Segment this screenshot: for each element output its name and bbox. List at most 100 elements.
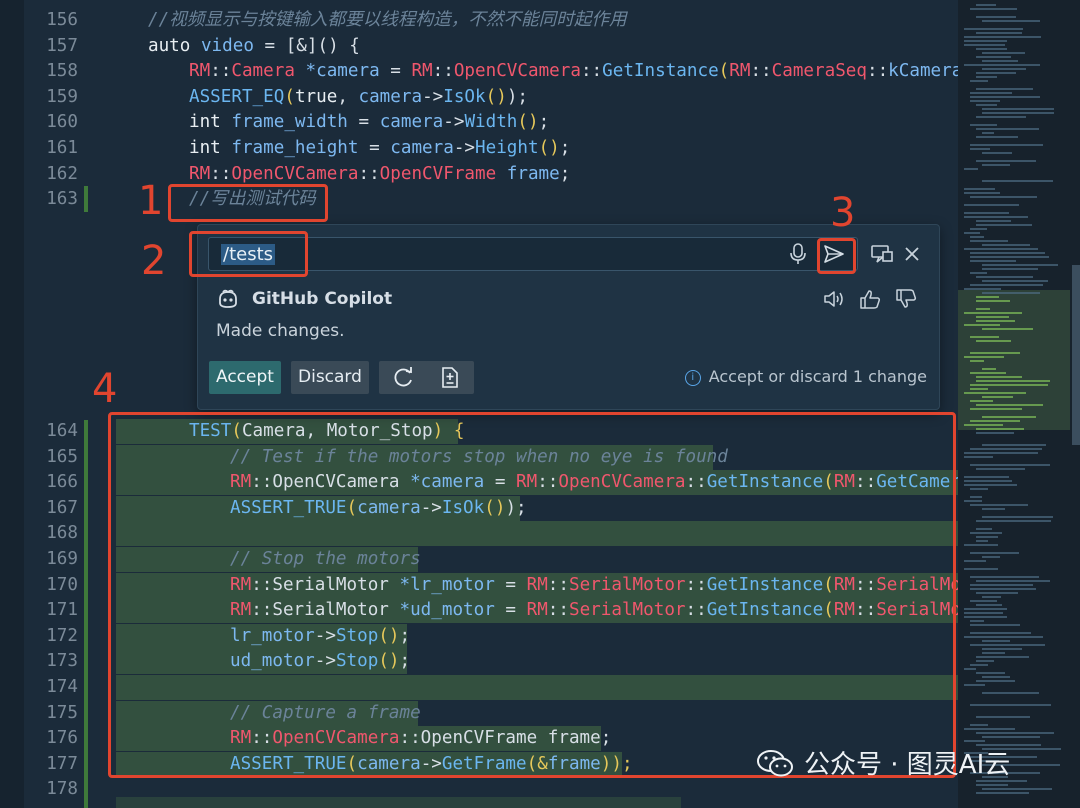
thumbs-down-icon[interactable] (892, 285, 920, 313)
minimap-line (982, 328, 1033, 330)
minimap-line (970, 92, 1012, 94)
annotation-label-3: 3 (830, 190, 856, 236)
minimap-line (982, 416, 1036, 418)
minimap-line (964, 568, 998, 570)
discard-button[interactable]: Discard (291, 361, 369, 394)
minimap-line (970, 400, 993, 402)
minimap-line (976, 604, 1002, 606)
line-number: 177 (46, 753, 78, 774)
minimap-line (964, 28, 1023, 30)
minimap-line (964, 392, 1026, 394)
minimap-line (970, 496, 982, 498)
minimap-line (976, 300, 1010, 302)
code-line[interactable]: 160 int frame_width = camera->Width(); (0, 110, 958, 135)
watermark: 公众号 · 图灵AI云 (756, 744, 1010, 781)
minimap-line (982, 444, 1046, 446)
minimap-line (982, 268, 1038, 270)
minimap-line (970, 464, 1050, 466)
minimap-line (970, 8, 1017, 10)
line-number: 159 (46, 86, 78, 107)
code-line[interactable]: 178 (0, 777, 958, 802)
minimap-line (976, 784, 1008, 786)
minimap-line (976, 48, 1007, 50)
line-number: 169 (46, 549, 78, 569)
minimap-line (982, 648, 1022, 650)
minimap-line (976, 316, 1009, 318)
minimap-line (964, 192, 1000, 194)
minimap-line (982, 556, 1000, 558)
minimap-line (976, 520, 1051, 522)
minimap-line (976, 116, 1026, 118)
minimap-line (970, 144, 1043, 146)
minimap-line (964, 684, 985, 686)
minimap-line (970, 488, 988, 490)
annotation-label-2: 2 (141, 238, 167, 284)
minimap-line (982, 292, 1040, 294)
minimap-line (970, 600, 997, 602)
code-line[interactable]: 157 auto video = [&]() { (0, 34, 958, 59)
minimap-line (964, 312, 1022, 314)
regenerate-button[interactable] (379, 361, 428, 394)
wechat-icon (757, 749, 793, 776)
minimap-line (970, 384, 1048, 386)
line-number: 157 (46, 35, 78, 56)
minimap-line (964, 476, 1009, 478)
minimap-line (976, 72, 1016, 74)
line-number: 171 (46, 600, 78, 621)
minimap-line (964, 740, 985, 742)
close-icon[interactable] (898, 240, 926, 268)
minimap-line (976, 76, 997, 78)
minimap-line (982, 68, 1026, 70)
minimap-line (964, 480, 1012, 482)
line-number: 172 (46, 625, 78, 646)
minimap-line (964, 324, 1000, 326)
move-to-chat-icon[interactable] (868, 240, 896, 268)
code-line[interactable]: 158 RM::Camera *camera = RM::OpenCVCamera… (0, 59, 958, 84)
annotation-label-1: 1 (138, 178, 164, 224)
minimap-line (976, 428, 1024, 430)
line-code: ASSERT_EQ(true, camera->IsOk()); (189, 86, 528, 107)
scrollbar-thumb[interactable] (1072, 265, 1080, 445)
minimap-line (970, 284, 1043, 286)
minimap-line (964, 168, 978, 170)
minimap-line (982, 152, 1012, 154)
minimap-line (976, 404, 1043, 406)
thumbs-up-icon[interactable] (856, 285, 884, 313)
accept-button[interactable]: Accept (209, 361, 281, 394)
minimap-line (976, 540, 988, 542)
code-line[interactable]: 161 int frame_height = camera->Height(); (0, 136, 958, 161)
minimap-line (964, 668, 976, 670)
minimap-line (982, 52, 1025, 54)
minimap-line (976, 660, 994, 662)
minimap-line (970, 256, 1049, 258)
view-changes-button[interactable] (425, 361, 474, 394)
minimap-line (964, 612, 1003, 614)
code-line[interactable]: 156 //视频显示与按键输入都要以线程构造，不然不能同时起作用 (0, 8, 958, 33)
minimap-line (982, 508, 1005, 510)
minimap-line (964, 204, 1019, 206)
minimap-line (970, 576, 1039, 578)
minimap-line (964, 484, 1017, 486)
minimap-line (970, 372, 1006, 374)
minimap-line (970, 408, 1022, 410)
minimap-line (982, 132, 994, 134)
minimap-line (976, 680, 1015, 682)
minimap-line (970, 336, 999, 338)
minimap-line (982, 264, 1058, 266)
line-number: 165 (46, 446, 78, 467)
minimap-line (970, 644, 1045, 646)
minimap-line (970, 272, 987, 274)
minimap[interactable] (958, 0, 1080, 808)
watermark-text: 公众号 · 图灵AI云 (804, 750, 1011, 780)
minimap-line (964, 44, 1005, 46)
minimap-line (976, 16, 1016, 18)
minimap-line (964, 616, 1007, 618)
read-aloud-icon[interactable] (820, 285, 848, 313)
line-number: 158 (46, 61, 78, 82)
code-line[interactable]: 159 ASSERT_EQ(true, camera->IsOk()); (0, 85, 958, 110)
minimap-line (982, 596, 1001, 598)
minimap-line (976, 432, 1014, 434)
annotation-label-4: 4 (92, 366, 118, 412)
minimap-line (982, 180, 1053, 182)
microphone-icon[interactable] (784, 240, 812, 268)
